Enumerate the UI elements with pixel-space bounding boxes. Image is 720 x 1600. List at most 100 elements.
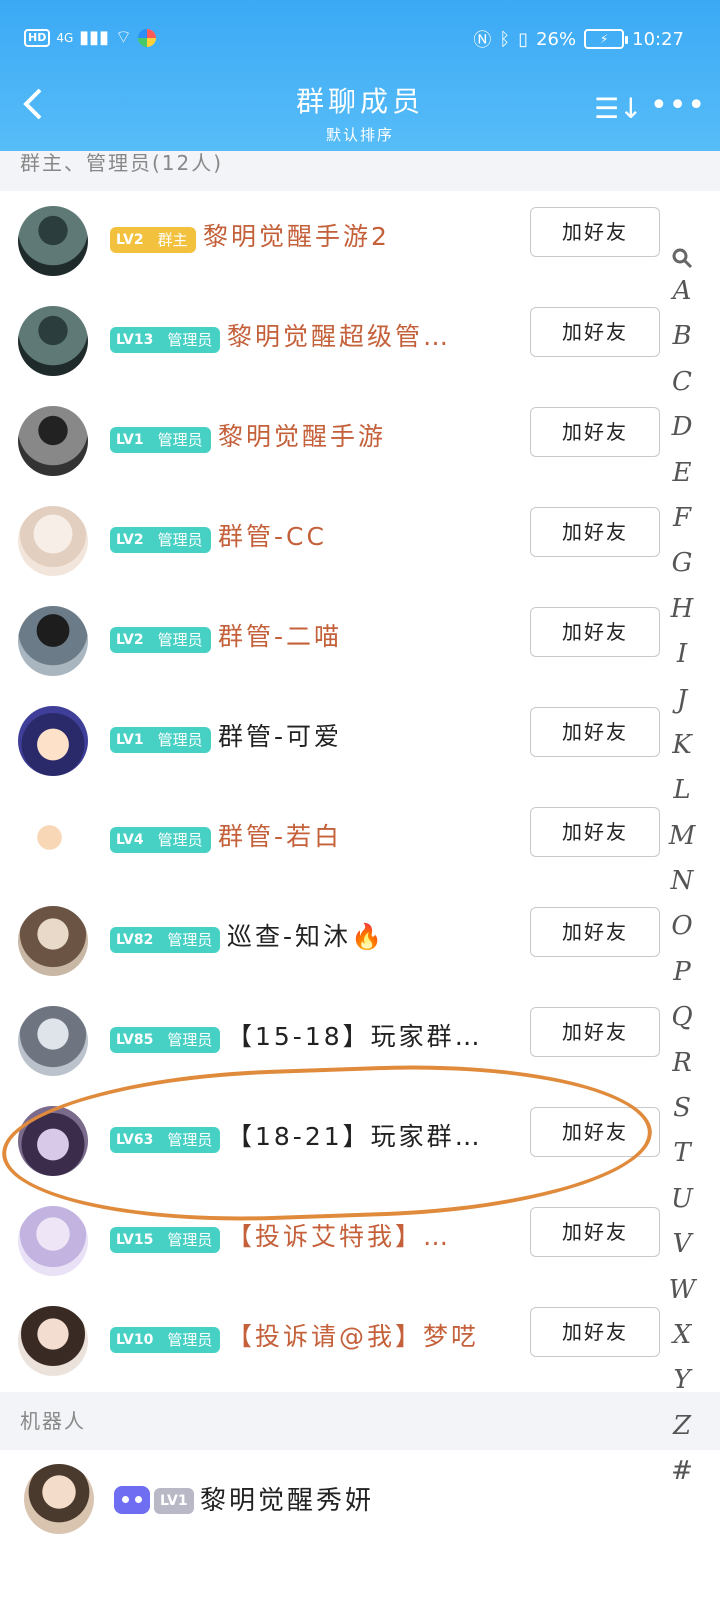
avatar[interactable] (18, 706, 88, 776)
member-row[interactable]: LV4 管理员 群管-若白 加好友 (0, 791, 660, 891)
index-letter[interactable]: E (664, 458, 700, 503)
index-letter[interactable]: V (664, 1229, 700, 1274)
index-letter[interactable]: B (664, 321, 700, 366)
admin-badge: 管理员 (149, 827, 211, 853)
avatar[interactable] (18, 306, 88, 376)
index-letter[interactable]: K (664, 730, 700, 775)
index-letter[interactable]: T (664, 1138, 700, 1183)
battery-percent: 26% (536, 28, 577, 50)
add-friend-button[interactable]: 加好友 (530, 507, 660, 557)
index-letter[interactable]: P (664, 957, 700, 1002)
sort-icon[interactable]: ☰↓ (594, 92, 643, 125)
index-letter[interactable]: J (664, 685, 700, 730)
network-type: 4G (56, 30, 74, 45)
member-name: 黎明觉醒手游 (218, 422, 387, 451)
member-badges: LV1 管理员 (110, 427, 211, 453)
add-friend-button[interactable]: 加好友 (530, 1207, 660, 1257)
avatar[interactable] (18, 1006, 88, 1076)
app-header: HD 4G ▮▮▮ ⌔ Ⓝ ᛒ ▯ 26% ⚡ 10:27 群聊成员 默认排序 … (0, 0, 720, 151)
title-block: 群聊成员 默认排序 (200, 80, 520, 145)
alphabet-index[interactable]: A B C D E F G H I J K L M N O P Q R S T U V W X Y Z # (664, 240, 700, 1502)
add-friend-button[interactable]: 加好友 (530, 407, 660, 457)
member-row[interactable]: LV63 管理员 【18-21】玩家群… 加好友 (0, 1091, 660, 1191)
add-friend-button[interactable]: 加好友 (530, 807, 660, 857)
avatar[interactable] (18, 1206, 88, 1276)
add-friend-button[interactable]: 加好友 (530, 907, 660, 957)
index-letter[interactable]: U (664, 1184, 700, 1229)
vibrate-icon: ▯ (518, 28, 529, 50)
member-badges: LV82 管理员 (110, 927, 221, 953)
member-row[interactable]: LV2 管理员 群管-二喵 加好友 (0, 591, 660, 691)
index-letter[interactable]: O (664, 911, 700, 956)
admin-badge: 管理员 (159, 1227, 221, 1253)
member-row[interactable]: LV1 管理员 群管-可爱 加好友 (0, 691, 660, 791)
avatar[interactable] (18, 406, 88, 476)
index-search-icon[interactable] (664, 240, 700, 276)
index-letter[interactable]: I (664, 639, 700, 684)
admin-badge: 管理员 (149, 727, 211, 753)
member-row[interactable]: LV1 管理员 黎明觉醒手游 加好友 (0, 391, 660, 491)
index-letter[interactable]: G (664, 548, 700, 593)
level-badge: LV1 (110, 427, 150, 453)
signal-icon: ▮▮▮ (79, 27, 109, 48)
index-letter[interactable]: D (664, 412, 700, 457)
member-badges: LV63 管理员 (110, 1127, 221, 1153)
index-letter[interactable]: C (664, 367, 700, 412)
index-letter[interactable]: Q (664, 1002, 700, 1047)
member-row[interactable]: LV15 管理员 【投诉艾特我】… 加好友 (0, 1191, 660, 1291)
member-name: 黎明觉醒手游2 (203, 222, 390, 251)
add-friend-button[interactable]: 加好友 (530, 607, 660, 657)
index-letter[interactable]: S (664, 1093, 700, 1138)
clock: 10:27 (632, 28, 684, 50)
avatar[interactable] (18, 606, 88, 676)
add-friend-button[interactable]: 加好友 (530, 207, 660, 257)
member-badges: LV2 管理员 (110, 527, 211, 553)
member-row[interactable]: LV2 群主 黎明觉醒手游2 加好友 (0, 191, 660, 291)
admin-badge: 管理员 (159, 327, 221, 353)
avatar[interactable] (24, 1464, 94, 1534)
avatar[interactable] (18, 806, 88, 876)
index-letter[interactable]: N (664, 866, 700, 911)
avatar[interactable] (18, 1106, 88, 1176)
add-friend-button[interactable]: 加好友 (530, 707, 660, 757)
index-letter[interactable]: R (664, 1048, 700, 1093)
nfc-icon: Ⓝ (473, 30, 492, 51)
member-row[interactable]: LV2 管理员 群管-CC 加好友 (0, 491, 660, 591)
add-friend-button[interactable]: 加好友 (530, 1107, 660, 1157)
avatar[interactable] (18, 506, 88, 576)
index-letter[interactable]: Y (664, 1365, 700, 1410)
index-letter[interactable]: X (664, 1320, 700, 1365)
member-row[interactable]: LV13 管理员 黎明觉醒超级管… 加好友 (0, 291, 660, 391)
level-badge: LV10 (110, 1327, 160, 1353)
avatar[interactable] (18, 1306, 88, 1376)
member-badges: LV2 管理员 (110, 627, 211, 653)
member-row[interactable]: LV85 管理员 【15-18】玩家群… 加好友 (0, 991, 660, 1091)
index-letter[interactable]: L (664, 775, 700, 820)
bluetooth-icon: ᛒ (499, 28, 511, 50)
avatar[interactable] (18, 206, 88, 276)
member-name: 群管-可爱 (218, 722, 343, 751)
member-name: 黎明觉醒超级管… (227, 322, 452, 351)
back-button[interactable] (20, 86, 60, 126)
index-letter[interactable]: # (664, 1456, 700, 1501)
index-letter[interactable]: F (664, 503, 700, 548)
index-letter[interactable]: H (664, 594, 700, 639)
add-friend-button[interactable]: 加好友 (530, 307, 660, 357)
avatar[interactable] (18, 906, 88, 976)
member-name: 巡查-知沐🔥 (227, 922, 386, 951)
index-letter[interactable]: M (664, 821, 700, 866)
level-badge: LV2 (110, 227, 150, 253)
more-icon[interactable]: ••• (650, 88, 706, 123)
status-left: HD 4G ▮▮▮ ⌔ (24, 26, 156, 49)
sort-subtitle[interactable]: 默认排序 (200, 124, 520, 145)
member-row[interactable]: LV82 管理员 巡查-知沐🔥 加好友 (0, 891, 660, 991)
index-letter[interactable]: A (664, 276, 700, 321)
member-badges: LV4 管理员 (110, 827, 211, 853)
index-letter[interactable]: Z (664, 1411, 700, 1456)
level-badge: LV13 (110, 327, 160, 353)
member-row[interactable]: LV10 管理员 【投诉请@我】梦呓 加好友 (0, 1291, 660, 1391)
hd-badge: HD (24, 28, 51, 47)
index-letter[interactable]: W (664, 1275, 700, 1320)
add-friend-button[interactable]: 加好友 (530, 1307, 660, 1357)
add-friend-button[interactable]: 加好友 (530, 1007, 660, 1057)
